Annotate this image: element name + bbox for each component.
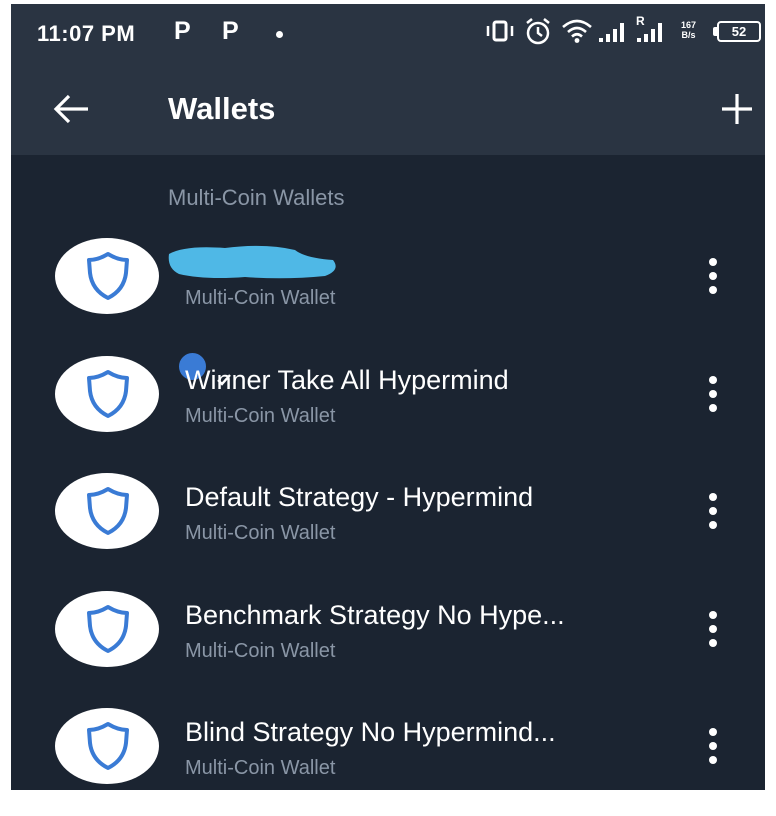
- network-speed-value: 167: [681, 20, 697, 30]
- shield-icon: [87, 605, 129, 653]
- wifi-icon: [562, 19, 592, 43]
- top-bar: 11:07 PM P P R 167 B/s 52 Wallets: [11, 4, 765, 155]
- wallet-avatar: [55, 350, 231, 432]
- status-time: 11:07 PM: [37, 21, 136, 46]
- shield-icon: [87, 722, 129, 770]
- wallet-row[interactable]: Blind Strategy No Hypermind... Multi-Coin…: [11, 708, 765, 790]
- wallet-row[interactable]: Default Strategy - Hypermind Multi-Coin W…: [11, 473, 765, 591]
- notification-dot-icon: [276, 31, 283, 38]
- add-wallet-button[interactable]: [719, 91, 755, 127]
- wallet-row[interactable]: Multi-Coin Wallet: [11, 238, 765, 356]
- wallet-avatar: [55, 708, 159, 784]
- wallet-options-button[interactable]: [701, 256, 725, 296]
- wallet-name: Winner Take All Hypermind: [185, 365, 509, 395]
- back-button[interactable]: [51, 91, 91, 127]
- signal-roaming-label: R: [636, 14, 645, 28]
- wallet-options-button[interactable]: [701, 609, 725, 649]
- redacted-name-mark: [168, 245, 336, 279]
- wallet-avatar: [55, 473, 159, 549]
- wallet-options-button[interactable]: [701, 491, 725, 531]
- alarm-icon: [526, 18, 550, 45]
- wallet-options-button[interactable]: [701, 374, 725, 414]
- plus-icon: [722, 94, 752, 124]
- wallet-avatar: [55, 591, 159, 667]
- wallet-options-button[interactable]: [701, 726, 725, 766]
- wallet-type: Multi-Coin Wallet: [185, 405, 336, 427]
- shield-icon: [87, 252, 129, 300]
- wallet-row[interactable]: Benchmark Strategy No Hype... Multi-Coin …: [11, 591, 765, 709]
- wallet-name: Benchmark Strategy No Hype...: [185, 600, 565, 630]
- page-title: Wallets: [168, 91, 276, 126]
- wallet-type: Multi-Coin Wallet: [185, 757, 336, 779]
- network-speed-unit: B/s: [681, 30, 696, 40]
- wallet-name: Blind Strategy No Hypermind...: [185, 717, 556, 747]
- screen: 11:07 PM P P R 167 B/s 52 Wallets Multi-…: [11, 4, 765, 790]
- status-bar: 11:07 PM P P R 167 B/s 52: [11, 4, 765, 62]
- wallet-row[interactable]: Winner Take All Hypermind Multi-Coin Wall…: [11, 350, 765, 474]
- signal-2-icon: R: [636, 14, 662, 42]
- wallet-name: Default Strategy - Hypermind: [185, 482, 534, 512]
- notification-p-icon: P: [222, 17, 239, 45]
- wallet-type: Multi-Coin Wallet: [185, 287, 336, 309]
- network-speed: 167 B/s: [681, 20, 696, 40]
- section-title: Multi-Coin Wallets: [168, 185, 345, 210]
- wallet-type: Multi-Coin Wallet: [185, 522, 336, 544]
- wallet-avatar: [55, 238, 159, 314]
- wallet-type: Multi-Coin Wallet: [185, 640, 336, 662]
- vibrate-icon: [486, 20, 514, 42]
- signal-1-icon: [599, 23, 624, 42]
- battery-icon: 52: [717, 21, 761, 42]
- notification-p-icon: P: [174, 17, 191, 45]
- shield-icon: [87, 487, 129, 535]
- arrow-left-icon: [53, 94, 88, 124]
- shield-icon: [87, 370, 129, 418]
